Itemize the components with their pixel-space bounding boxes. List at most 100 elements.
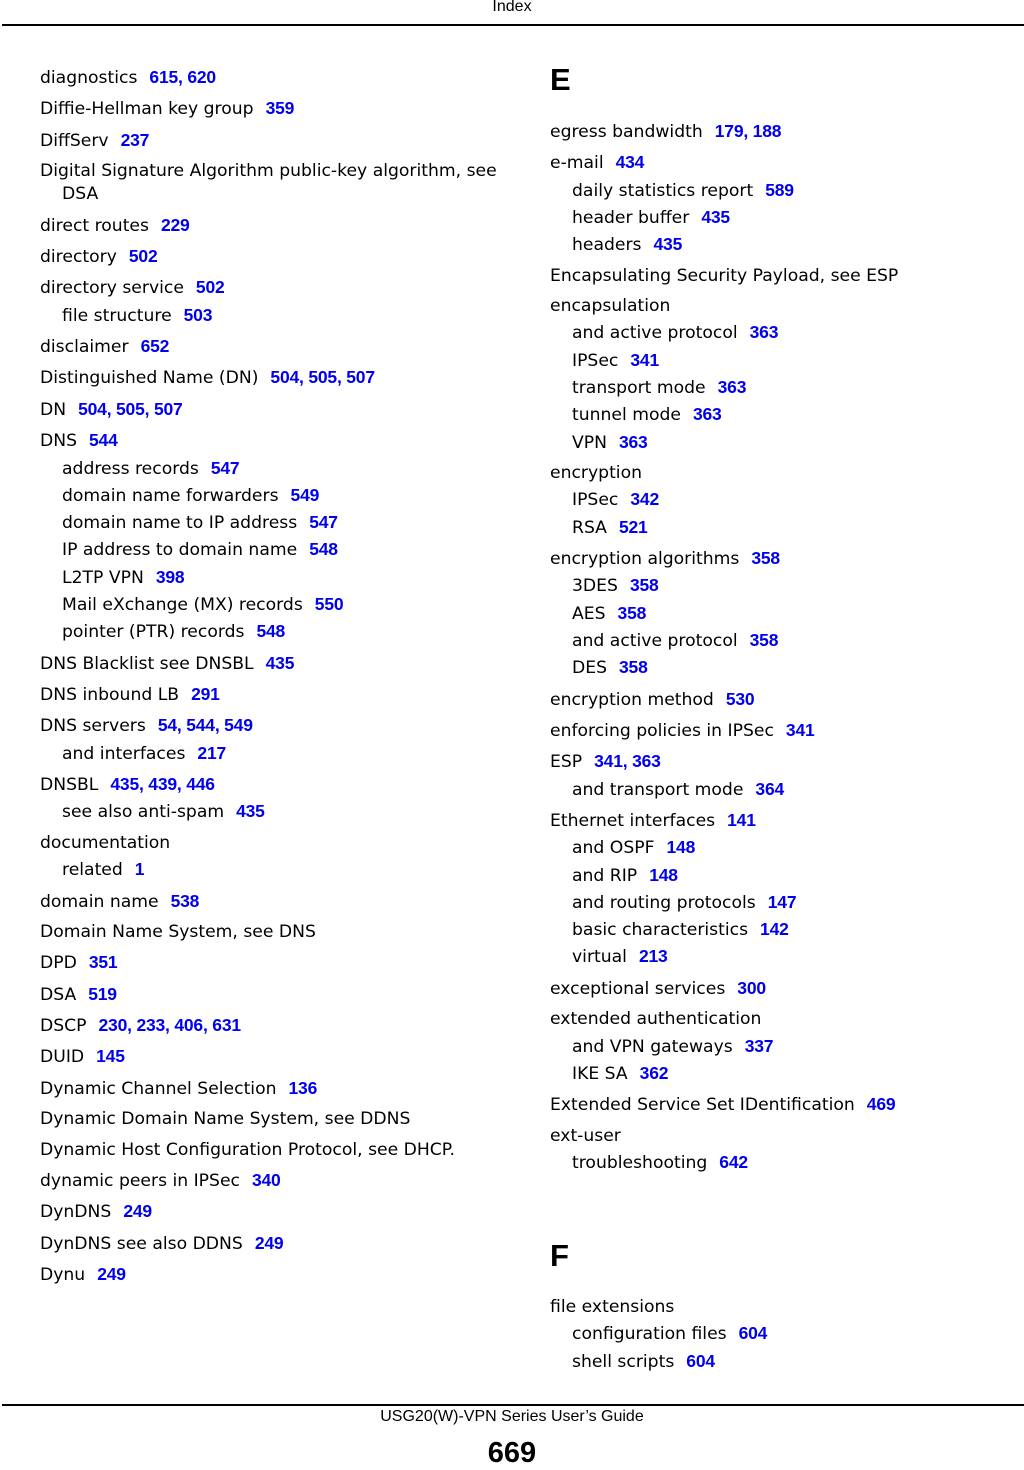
page-reference-link[interactable]: 642	[719, 1152, 748, 1172]
page-reference-link[interactable]: 337	[745, 1036, 774, 1056]
page-reference-link[interactable]: 364	[755, 779, 784, 799]
page-reference-link[interactable]: 503	[184, 305, 213, 325]
index-subentry: VPN 363	[550, 431, 1020, 455]
page-reference-link[interactable]: 550	[315, 594, 344, 614]
page-reference-link[interactable]: 179, 188	[715, 121, 782, 141]
page-reference-link[interactable]: 358	[750, 630, 779, 650]
page-reference-link[interactable]: 142	[760, 919, 789, 939]
index-term: Distinguished Name (DN)	[40, 368, 259, 389]
page-reference-link[interactable]: 504, 505, 507	[270, 367, 375, 387]
index-subentry: pointer (PTR) records 548	[40, 620, 510, 644]
page-reference-link[interactable]: 342	[630, 489, 659, 509]
page-reference-link[interactable]: 145	[96, 1046, 125, 1066]
page-reference-link[interactable]: 358	[618, 603, 647, 623]
page-reference-link[interactable]: 435, 439, 446	[110, 774, 215, 794]
page-reference-link[interactable]: 249	[255, 1233, 284, 1253]
section-f-entries: file extensions configuration files 604 she…	[550, 1296, 1020, 1374]
page-reference-link[interactable]: 363	[693, 404, 722, 424]
index-term: encryption method	[550, 689, 714, 710]
page-reference-link[interactable]: 549	[291, 485, 320, 505]
page-reference-link[interactable]: 358	[630, 575, 659, 595]
page-reference-link[interactable]: 217	[197, 743, 226, 763]
page-reference-link[interactable]: 615, 620	[149, 67, 216, 87]
page-reference-link[interactable]: 291	[191, 684, 220, 704]
page-reference-link[interactable]: 538	[171, 891, 200, 911]
index-subentry: and RIP 148	[550, 864, 1020, 888]
page-reference-link[interactable]: 136	[289, 1078, 318, 1098]
index-entry: encryption algorithms 358	[550, 547, 1020, 571]
page-reference-link[interactable]: 363	[619, 432, 648, 452]
page-reference-link[interactable]: 548	[256, 621, 285, 641]
page-reference-link[interactable]: 530	[726, 689, 755, 709]
page-reference-link[interactable]: 147	[768, 892, 797, 912]
page-reference-link[interactable]: 148	[649, 865, 678, 885]
page-reference-link[interactable]: 230, 233, 406, 631	[99, 1015, 242, 1035]
page-reference-link[interactable]: 435	[266, 653, 295, 673]
page-reference-link[interactable]: 341	[630, 350, 659, 370]
page-reference-link[interactable]: 469	[867, 1094, 896, 1114]
page-reference-link[interactable]: 547	[309, 512, 338, 532]
page-reference-link[interactable]: 237	[121, 130, 150, 150]
index-entry: DNS inbound LB 291	[40, 683, 510, 707]
footer-divider	[2, 1404, 1024, 1406]
page-reference-link[interactable]: 141	[727, 810, 756, 830]
index-entry: Ethernet interfaces 141	[550, 809, 1020, 833]
page-reference-link[interactable]: 434	[616, 152, 645, 172]
header-divider	[2, 24, 1024, 26]
page-reference-link[interactable]: 213	[639, 946, 668, 966]
index-term: Dynu	[40, 1265, 86, 1286]
page-reference-link[interactable]: 359	[266, 98, 295, 118]
page-reference-link[interactable]: 341, 363	[594, 751, 661, 771]
page-reference-link[interactable]: 435	[654, 234, 683, 254]
page-reference-link[interactable]: 363	[718, 377, 747, 397]
page-reference-link[interactable]: 502	[196, 277, 225, 297]
page-reference-link[interactable]: 519	[88, 984, 117, 1004]
index-term: DNS inbound LB	[40, 685, 180, 706]
index-term: DNS Blacklist see DNSBL	[40, 653, 254, 674]
page-reference-link[interactable]: 351	[89, 952, 118, 972]
page-reference-link[interactable]: 341	[786, 720, 815, 740]
page-reference-link[interactable]: 604	[686, 1351, 715, 1371]
guide-title: USG20(W)-VPN Series User’s Guide	[380, 1408, 644, 1425]
page-reference-link[interactable]: 229	[161, 215, 190, 235]
page-reference-link[interactable]: 398	[156, 567, 185, 587]
index-subentry: configuration files 604	[550, 1322, 1020, 1346]
page-reference-link[interactable]: 363	[750, 322, 779, 342]
page-reference-link[interactable]: 504, 505, 507	[78, 399, 183, 419]
page-reference-link[interactable]: 148	[667, 837, 696, 857]
index-entry: DynDNS see also DDNS 249	[40, 1232, 510, 1256]
index-subentry: header buffer 435	[550, 206, 1020, 230]
page-reference-link[interactable]: 521	[619, 517, 648, 537]
page-reference-link[interactable]: 340	[252, 1170, 281, 1190]
index-subentry: IPSec 342	[550, 488, 1020, 512]
index-entry: documentation	[40, 832, 510, 855]
page-reference-link[interactable]: 548	[309, 539, 338, 559]
page-reference-link[interactable]: 358	[619, 657, 648, 677]
page-reference-link[interactable]: 435	[236, 801, 265, 821]
page-reference-link[interactable]: 249	[97, 1264, 126, 1284]
header-title: Index	[492, 0, 532, 15]
index-entry: directory 502	[40, 245, 510, 269]
index-entry: Extended Service Set IDentification 469	[550, 1093, 1020, 1117]
index-term: Encapsulating Security Payload, see ESP	[550, 265, 899, 286]
page-reference-link[interactable]: 544	[89, 430, 118, 450]
index-subterm: Mail eXchange (MX) records	[62, 594, 303, 615]
page-reference-link[interactable]: 300	[737, 978, 766, 998]
page-reference-link[interactable]: 652	[141, 336, 170, 356]
page-reference-link[interactable]: 604	[739, 1323, 768, 1343]
index-subentry: domain name forwarders 549	[40, 484, 510, 508]
page-reference-link[interactable]: 1	[135, 859, 145, 879]
index-term: Dynamic Host Configuration Protocol, see…	[40, 1139, 455, 1160]
index-entry: e-mail 434	[550, 151, 1020, 175]
page-reference-link[interactable]: 358	[751, 548, 780, 568]
index-subentry: headers 435	[550, 233, 1020, 257]
page-reference-link[interactable]: 435	[701, 207, 730, 227]
index-subentry: and routing protocols 147	[550, 891, 1020, 915]
page-reference-link[interactable]: 249	[123, 1201, 152, 1221]
page-reference-link[interactable]: 589	[765, 180, 794, 200]
page-reference-link[interactable]: 502	[129, 246, 158, 266]
page-reference-link[interactable]: 54, 544, 549	[158, 715, 253, 735]
page-reference-link[interactable]: 547	[211, 458, 240, 478]
page-reference-link[interactable]: 362	[640, 1063, 669, 1083]
index-subentry: and VPN gateways 337	[550, 1035, 1020, 1059]
